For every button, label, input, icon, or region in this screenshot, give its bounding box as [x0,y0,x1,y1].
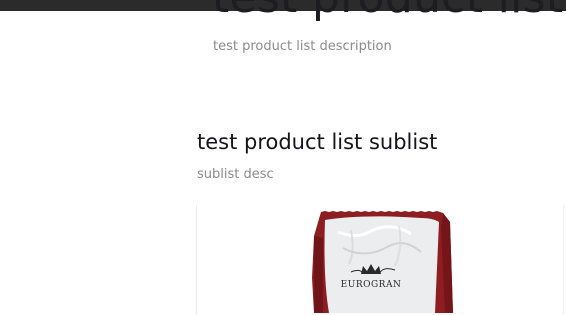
page-title: test product list [212,0,563,23]
sublist-description: sublist desc [197,167,274,182]
sublist-title: test product list sublist [197,130,438,154]
packet-left-shade [314,236,323,313]
page-description: test product list description [213,39,392,54]
page-header: test product list [0,0,566,30]
product-packet-image[interactable]: EUROGRAN [303,208,453,313]
product-brand: EUROGRAN [341,280,402,290]
